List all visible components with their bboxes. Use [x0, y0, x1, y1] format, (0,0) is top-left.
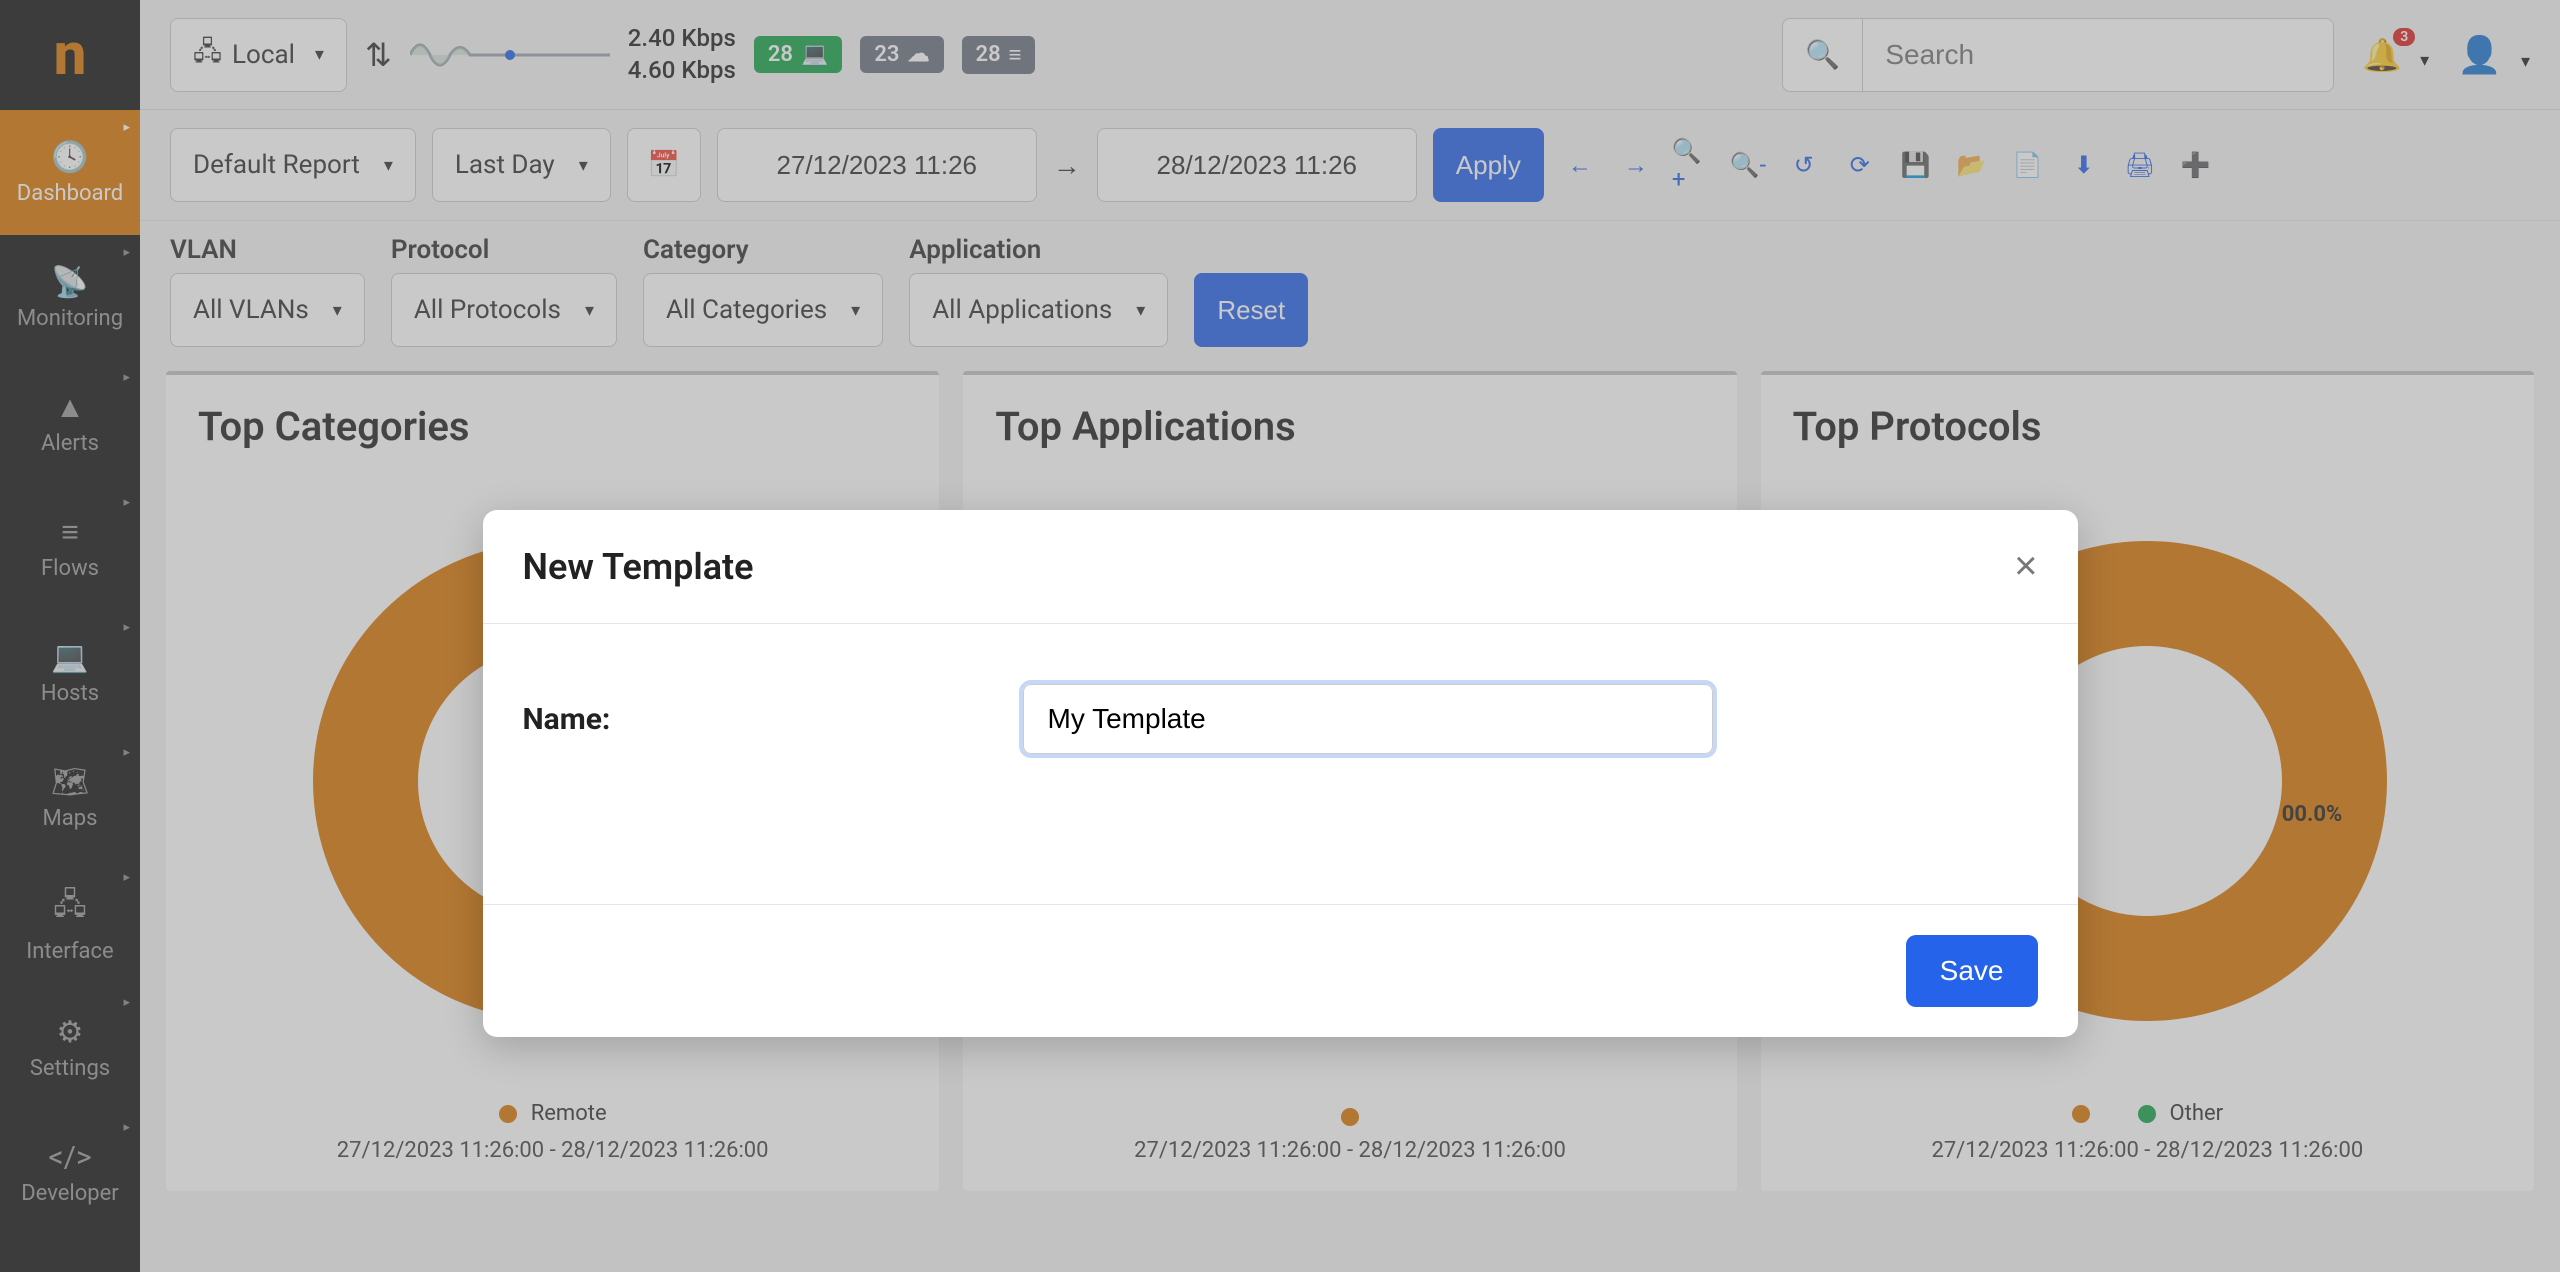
new-template-modal: New Template × Name: Save: [483, 510, 2078, 1037]
modal-body: Name:: [483, 624, 2078, 904]
name-label: Name:: [523, 702, 963, 737]
modal-overlay[interactable]: New Template × Name: Save: [0, 0, 2560, 1272]
close-icon: ×: [2014, 544, 2037, 588]
save-button[interactable]: Save: [1906, 935, 2038, 1007]
close-button[interactable]: ×: [2014, 544, 2037, 589]
template-name-input[interactable]: [1023, 684, 1713, 754]
modal-title: New Template: [523, 546, 754, 588]
modal-footer: Save: [483, 904, 2078, 1037]
modal-header: New Template ×: [483, 510, 2078, 624]
